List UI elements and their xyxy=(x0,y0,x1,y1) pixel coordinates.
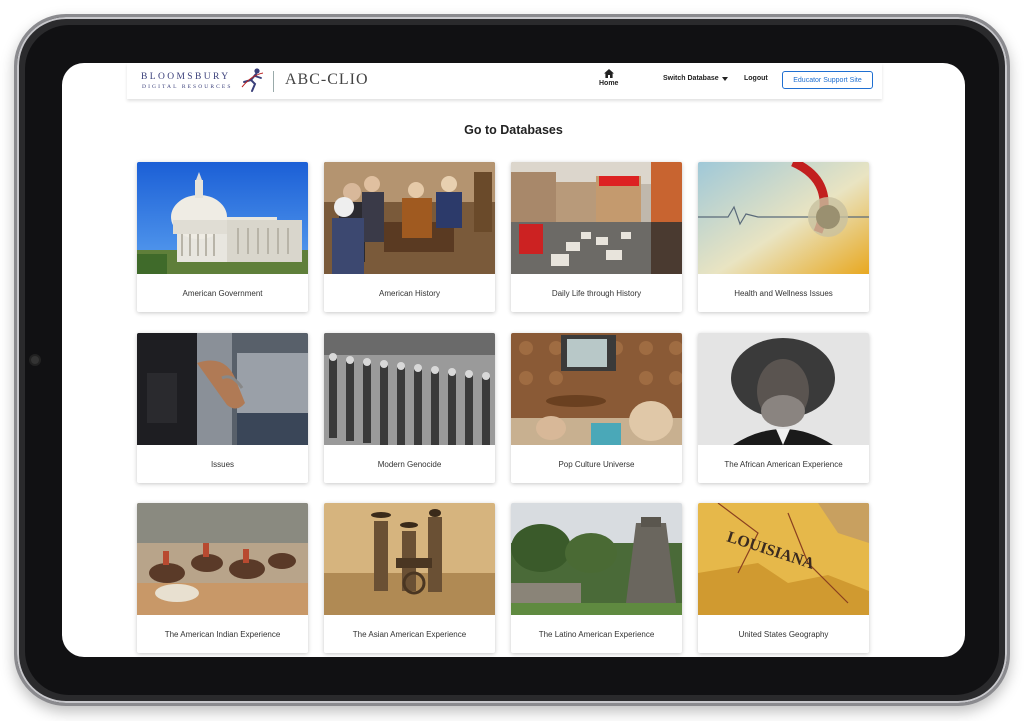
database-card-modern-genocide[interactable]: Modern Genocide xyxy=(324,333,495,483)
logout-link[interactable]: Logout xyxy=(744,75,768,82)
top-navbar: BLOOMSBURY DIGITAL RESOURCES ABC-CLIO Ho… xyxy=(127,63,882,99)
bloomsbury-logo[interactable]: BLOOMSBURY DIGITAL RESOURCES xyxy=(141,71,251,93)
card-label: The Latino American Experience xyxy=(538,629,655,639)
card-label: United States Geography xyxy=(738,629,829,639)
card-label: Health and Wellness Issues xyxy=(734,288,833,298)
database-card-american-history[interactable]: American History xyxy=(324,162,495,312)
card-image xyxy=(137,162,308,274)
card-label: The Asian American Experience xyxy=(352,629,467,639)
card-image xyxy=(511,333,682,445)
logo-divider xyxy=(273,71,274,92)
database-card-american-government[interactable]: American Government xyxy=(137,162,308,312)
card-image xyxy=(137,333,308,445)
card-label: American History xyxy=(379,288,440,298)
card-label: Modern Genocide xyxy=(377,459,442,469)
database-card-daily-life-through-history[interactable]: Daily Life through History xyxy=(511,162,682,312)
database-card-pop-culture-universe[interactable]: Pop Culture Universe xyxy=(511,333,682,483)
database-card-issues[interactable]: Issues xyxy=(137,333,308,483)
card-label: Issues xyxy=(210,459,235,469)
database-card-health-and-wellness-issues[interactable]: Health and Wellness Issues xyxy=(698,162,869,312)
card-image xyxy=(324,162,495,274)
card-image xyxy=(511,503,682,615)
switch-database-dropdown[interactable]: Switch Database xyxy=(663,75,728,82)
caret-down-icon xyxy=(721,76,728,81)
database-card-the-american-indian-experience[interactable]: The American Indian Experience xyxy=(137,503,308,653)
home-nav-link[interactable]: Home xyxy=(599,69,618,87)
card-image: LOUISIANA xyxy=(698,503,869,615)
card-image xyxy=(324,333,495,445)
card-label: The American Indian Experience xyxy=(164,629,281,639)
switch-database-label: Switch Database xyxy=(663,75,719,82)
bloomsbury-logo-subtext: DIGITAL RESOURCES xyxy=(142,84,233,90)
abc-clio-logo[interactable]: ABC-CLIO xyxy=(285,71,369,89)
home-label: Home xyxy=(599,80,619,87)
database-card-the-african-american-experience[interactable]: The African American Experience xyxy=(698,333,869,483)
database-card-united-states-geography[interactable]: LOUISIANA United States Geography xyxy=(698,503,869,653)
card-image xyxy=(698,162,869,274)
home-icon xyxy=(603,69,614,78)
card-image xyxy=(698,333,869,445)
database-card-the-latino-american-experience[interactable]: The Latino American Experience xyxy=(511,503,682,653)
card-label: Pop Culture Universe xyxy=(558,459,635,469)
card-label: Daily Life through History xyxy=(551,288,642,298)
database-card-the-asian-american-experience[interactable]: The Asian American Experience xyxy=(324,503,495,653)
browser-screen: BLOOMSBURY DIGITAL RESOURCES ABC-CLIO Ho… xyxy=(62,63,965,657)
page-title: Go to Databases xyxy=(464,123,563,137)
card-image xyxy=(137,503,308,615)
educator-support-button[interactable]: Educator Support Site xyxy=(782,71,873,89)
card-image xyxy=(511,162,682,274)
bloomsbury-logo-text: BLOOMSBURY xyxy=(141,72,231,82)
card-image xyxy=(324,503,495,615)
camera-dot xyxy=(31,356,39,364)
runner-logo-icon xyxy=(239,67,265,98)
card-label: American Government xyxy=(182,288,263,298)
card-label: The African American Experience xyxy=(724,459,843,469)
